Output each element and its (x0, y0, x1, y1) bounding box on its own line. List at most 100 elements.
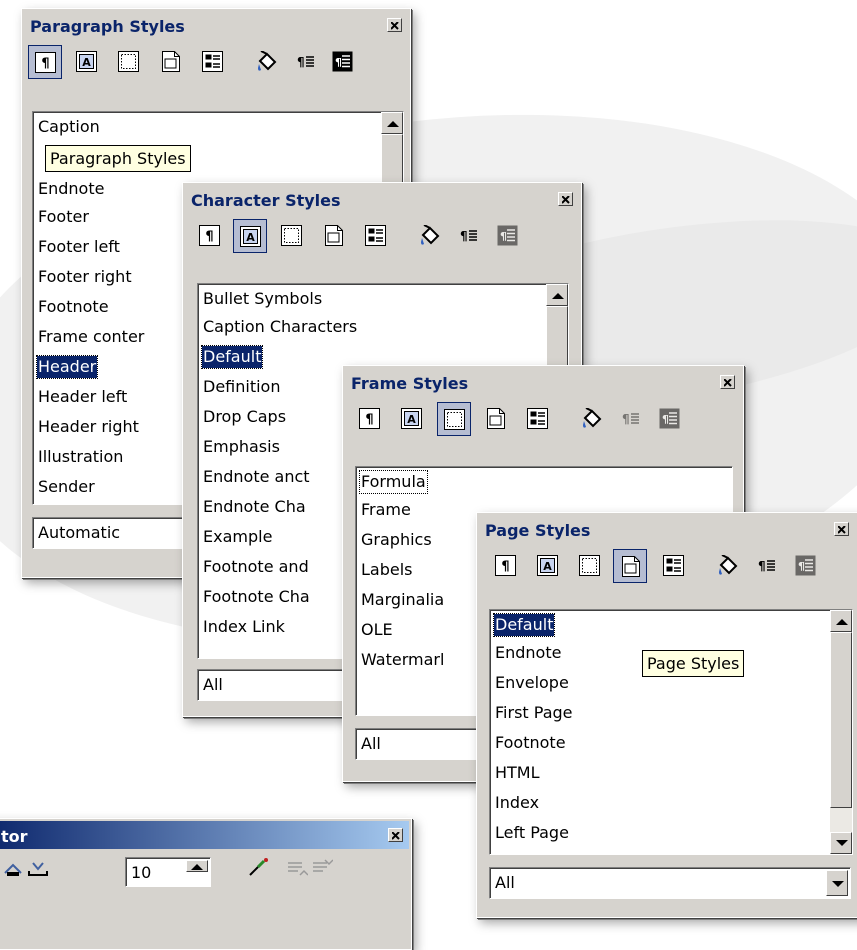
list-item[interactable]: Footer left (37, 236, 121, 258)
list-item[interactable]: Footnote Cha (202, 586, 311, 608)
numbering-styles-icon (527, 408, 548, 429)
list-item[interactable]: First Page (494, 702, 574, 724)
list-item[interactable]: Header left (37, 386, 128, 408)
update-style-icon (795, 555, 816, 576)
frame-styles-button[interactable] (112, 45, 146, 79)
list-styles-button[interactable] (521, 402, 555, 436)
list-item[interactable]: Marginalia (360, 589, 445, 611)
list-item[interactable]: Footer right (37, 266, 133, 288)
frame-styles-button[interactable] (275, 219, 309, 253)
list-styles-button[interactable] (359, 219, 393, 253)
paragraph-styles-button[interactable] (489, 549, 523, 583)
list-item[interactable]: Illustration (37, 446, 124, 468)
scroll-thumb[interactable] (546, 306, 568, 366)
list-item[interactable]: OLE (360, 619, 394, 641)
page-styles-icon (622, 556, 640, 577)
page-styles-close-button[interactable] (834, 522, 849, 536)
page-styles-list[interactable]: Default Endnote Envelope First Page Foot… (489, 609, 853, 855)
filter-value: All (203, 675, 223, 694)
chevron-up-icon (387, 121, 399, 127)
list-item[interactable]: Left Page (494, 822, 570, 844)
spin-up-button[interactable] (186, 860, 208, 872)
list-item[interactable]: Example (202, 526, 273, 548)
list-item[interactable]: Frame conter (37, 326, 145, 348)
character-styles-button[interactable] (233, 219, 267, 253)
fill-format-button[interactable] (575, 402, 609, 436)
list-item[interactable]: Index Link (202, 616, 286, 638)
paragraph-styles-button[interactable] (193, 219, 227, 253)
list-item[interactable]: Watermarl (360, 649, 445, 671)
list-styles-button[interactable] (657, 549, 691, 583)
character-styles-button[interactable] (531, 549, 565, 583)
vertical-scrollbar[interactable] (830, 610, 852, 854)
list-item[interactable]: Caption Characters (202, 316, 358, 338)
new-style-button[interactable] (751, 549, 785, 583)
list-item[interactable]: Endnote (494, 642, 562, 664)
list-item[interactable]: Header right (37, 416, 140, 438)
frame-styles-button[interactable] (573, 549, 607, 583)
insert-mode-icon[interactable] (27, 859, 49, 879)
list-item[interactable]: Bullet Symbols (202, 288, 323, 310)
demote-icon[interactable] (311, 859, 333, 879)
page-styles-button[interactable] (613, 549, 647, 583)
navigator-close-button[interactable] (388, 828, 403, 842)
link-icon[interactable] (246, 857, 270, 879)
list-item[interactable]: Footnote (37, 296, 110, 318)
list-item-selected[interactable]: Default (200, 345, 264, 369)
paragraph-styles-close-button[interactable] (387, 18, 402, 32)
list-item[interactable]: Frame (360, 499, 412, 521)
drag-mode-icon[interactable] (3, 859, 23, 879)
list-item-focused[interactable]: Formula (359, 470, 428, 494)
page-styles-button[interactable] (317, 219, 351, 253)
update-style-button[interactable] (653, 402, 687, 436)
new-style-button[interactable] (453, 219, 487, 253)
navigator-spin-field[interactable]: 10 (125, 857, 211, 887)
update-style-button[interactable] (789, 549, 823, 583)
page-styles-filter[interactable]: All (489, 867, 851, 899)
list-item-selected[interactable]: Default (492, 613, 556, 637)
frame-styles-close-button[interactable] (720, 375, 735, 389)
list-styles-button[interactable] (196, 45, 230, 79)
list-item[interactable]: Sender (37, 476, 96, 498)
list-item[interactable]: Labels (360, 559, 414, 581)
fill-format-button[interactable] (250, 45, 284, 79)
scroll-up-button[interactable] (546, 284, 568, 306)
list-item[interactable]: Index (494, 792, 540, 814)
fill-format-button[interactable] (711, 549, 745, 583)
promote-icon[interactable] (286, 859, 308, 879)
list-item[interactable]: Footnote (494, 732, 567, 754)
page-styles-button[interactable] (154, 45, 188, 79)
list-item[interactable]: Caption (37, 116, 101, 138)
update-style-button[interactable] (491, 219, 525, 253)
list-item[interactable]: Graphics (360, 529, 433, 551)
scroll-up-button[interactable] (830, 610, 852, 632)
list-item[interactable]: Emphasis (202, 436, 281, 458)
frame-styles-button[interactable] (437, 402, 471, 436)
fill-format-button[interactable] (413, 219, 447, 253)
update-style-button[interactable] (326, 45, 360, 79)
list-item[interactable]: Endnote anct (202, 466, 311, 488)
filter-value: All (495, 873, 515, 892)
list-item[interactable]: Endnote (37, 178, 105, 200)
filter-dropdown-button[interactable] (826, 870, 848, 896)
character-styles-close-button[interactable] (558, 192, 573, 206)
new-style-button[interactable] (290, 45, 324, 79)
list-item[interactable]: Drop Caps (202, 406, 287, 428)
page-styles-button[interactable] (479, 402, 513, 436)
character-styles-button[interactable] (395, 402, 429, 436)
new-style-button[interactable] (615, 402, 649, 436)
paragraph-styles-button[interactable] (28, 45, 62, 79)
list-item[interactable]: Footnote and (202, 556, 310, 578)
list-item[interactable]: Footer (37, 206, 90, 228)
scroll-thumb[interactable] (830, 632, 852, 808)
paragraph-styles-button[interactable] (353, 402, 387, 436)
scroll-down-button[interactable] (830, 832, 852, 854)
list-item-selected[interactable]: Header (35, 355, 99, 379)
list-item[interactable]: HTML (494, 762, 541, 784)
character-styles-button[interactable] (70, 45, 104, 79)
new-style-icon (296, 54, 315, 70)
list-item[interactable]: Envelope (494, 672, 570, 694)
scroll-up-button[interactable] (381, 112, 403, 134)
list-item[interactable]: Definition (202, 376, 281, 398)
list-item[interactable]: Endnote Cha (202, 496, 307, 518)
